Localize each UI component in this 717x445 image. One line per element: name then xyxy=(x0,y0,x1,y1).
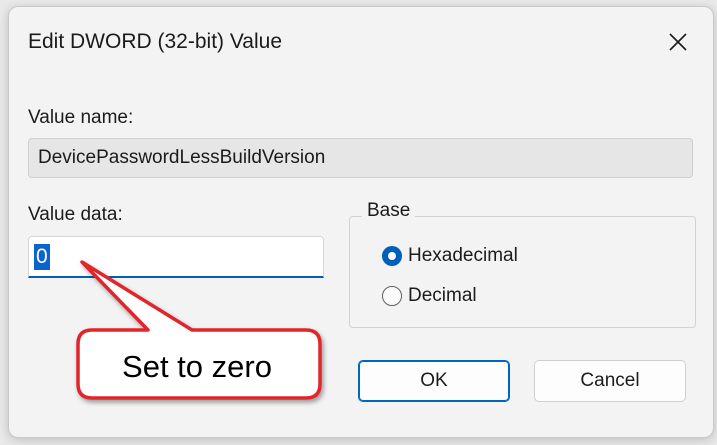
annotation-text: Set to zero xyxy=(122,349,272,384)
radio-checked-icon xyxy=(382,246,402,266)
value-data-input[interactable]: 0 xyxy=(28,236,324,278)
value-name-label: Value name: xyxy=(28,107,134,128)
base-group-box xyxy=(349,216,696,328)
close-icon xyxy=(669,33,687,51)
base-group-label: Base xyxy=(362,200,416,222)
value-data-label: Value data: xyxy=(28,204,123,225)
value-name-field[interactable]: DevicePasswordLessBuildVersion xyxy=(28,138,693,178)
radio-hexadecimal[interactable]: Hexadecimal xyxy=(382,245,518,267)
value-data-text: 0 xyxy=(34,244,50,270)
dialog-title: Edit DWORD (32-bit) Value xyxy=(28,30,283,53)
ok-button[interactable]: OK xyxy=(358,360,510,402)
radio-decimal[interactable]: Decimal xyxy=(382,285,477,307)
cancel-button[interactable]: Cancel xyxy=(534,360,686,402)
radio-hexadecimal-label: Hexadecimal xyxy=(408,245,518,266)
radio-unchecked-icon xyxy=(382,286,402,306)
close-button[interactable] xyxy=(660,24,696,60)
radio-decimal-label: Decimal xyxy=(408,285,477,306)
